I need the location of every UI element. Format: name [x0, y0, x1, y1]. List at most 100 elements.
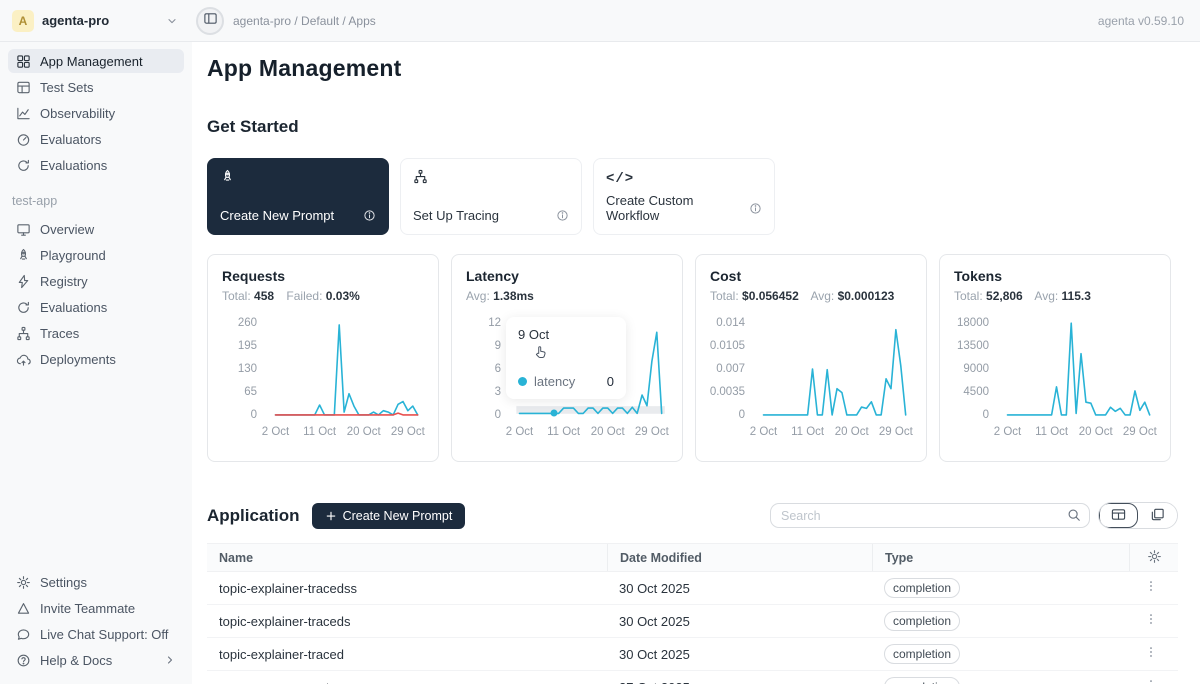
application-header: Application Create New Prompt	[207, 502, 1178, 529]
column-header-name[interactable]: Name	[207, 544, 607, 571]
sidebar-item-evaluators[interactable]: Evaluators	[8, 127, 184, 151]
table-row[interactable]: career-assessment27 Oct 2025completion	[207, 671, 1178, 684]
sidebar-item-settings[interactable]: Settings	[8, 570, 184, 594]
get-started-cards: Create New Prompt Set Up Tracing</>Create…	[207, 158, 1178, 235]
get-started-card-create-custom-workflow[interactable]: </>Create Custom Workflow	[593, 158, 775, 235]
table-settings[interactable]	[1129, 544, 1178, 571]
cell-date-modified: 30 Oct 2025	[607, 614, 872, 629]
row-menu-button[interactable]	[1129, 612, 1178, 631]
table-view-button[interactable]	[1099, 503, 1138, 528]
sidebar-item-help-docs[interactable]: Help & Docs	[8, 648, 184, 672]
chart-stats: Total: $0.056452 Avg: $0.000123	[710, 289, 912, 303]
cell-date-modified: 27 Oct 2025	[607, 680, 872, 684]
bolt-icon	[16, 274, 31, 289]
stat-label: Avg:	[1034, 289, 1058, 303]
row-menu-button[interactable]	[1129, 579, 1178, 598]
workspace-name: agenta-pro	[42, 13, 109, 28]
row-menu-button[interactable]	[1129, 678, 1178, 684]
x-tick-label: 20 Oct	[347, 426, 381, 438]
sidebar-item-deployments[interactable]: Deployments	[8, 347, 184, 371]
metric-charts: RequestsTotal: 458 Failed: 0.03%26019513…	[207, 254, 1178, 462]
breadcrumb: agenta-pro / Default / Apps	[233, 14, 376, 28]
cell-type: completion	[872, 644, 1129, 664]
y-tick-label: 0	[739, 409, 745, 421]
card-label: Create New Prompt	[220, 208, 334, 223]
sidebar-item-playground[interactable]: Playground	[8, 243, 184, 267]
table-row[interactable]: topic-explainer-tracedss30 Oct 2025compl…	[207, 572, 1178, 605]
refresh-icon	[16, 300, 31, 315]
chart-title: Requests	[222, 268, 424, 284]
sidebar-item-label: Settings	[40, 575, 87, 590]
y-tick-label: 9000	[963, 363, 989, 375]
cloud-icon	[16, 352, 31, 367]
sidebar-item-traces[interactable]: Traces	[8, 321, 184, 345]
x-tick-label: 11 Oct	[547, 426, 580, 438]
stat-value: $0.000123	[838, 289, 895, 303]
hand-cursor-icon	[532, 344, 549, 366]
row-menu-button[interactable]	[1129, 645, 1178, 664]
x-tick-label: 20 Oct	[1079, 426, 1113, 438]
code-icon: </>	[606, 169, 634, 187]
application-title: Application	[207, 506, 300, 526]
get-started-card-set-up-tracing[interactable]: Set Up Tracing	[400, 158, 582, 235]
chart-stats: Avg: 1.38ms	[466, 289, 668, 303]
workspace-selector[interactable]: A agenta-pro	[0, 10, 192, 32]
sidebar-item-label: Help & Docs	[40, 653, 112, 668]
y-tick-label: 195	[238, 340, 257, 352]
search-icon	[1067, 508, 1081, 527]
sidebar-item-evaluations[interactable]: Evaluations	[8, 153, 184, 177]
x-tick-label: 29 Oct	[635, 426, 669, 438]
tree-icon	[413, 169, 428, 184]
sidebar-item-label: App Management	[40, 54, 143, 69]
rocket-icon	[16, 248, 31, 263]
column-header-type[interactable]: Type	[872, 544, 1129, 571]
sidebar-item-app-management[interactable]: App Management	[8, 49, 184, 73]
column-header-date-modified[interactable]: Date Modified	[607, 544, 872, 571]
sidebar-item-label: Test Sets	[40, 80, 93, 95]
type-badge: completion	[884, 578, 960, 598]
x-tick-label: 29 Oct	[879, 426, 913, 438]
sidebar-item-label: Live Chat Support: Off	[40, 627, 168, 642]
y-tick-label: 9	[495, 340, 501, 352]
dots-vertical-icon	[1144, 678, 1158, 684]
x-tick-label: 11 Oct	[303, 426, 336, 438]
sidebar-item-registry[interactable]: Registry	[8, 269, 184, 293]
applications-table: NameDate ModifiedType topic-explainer-tr…	[207, 543, 1178, 684]
table-row[interactable]: topic-explainer-traced30 Oct 2025complet…	[207, 638, 1178, 671]
sidebar-toggle-button[interactable]	[196, 7, 224, 35]
sidebar-item-observability[interactable]: Observability	[8, 101, 184, 125]
stat-label: Total:	[222, 289, 251, 303]
chart-title: Tokens	[954, 268, 1156, 284]
sidebar: App ManagementTest SetsObservabilityEval…	[0, 42, 192, 684]
y-tick-label: 130	[238, 363, 257, 375]
table-row[interactable]: topic-explainer-traceds30 Oct 2025comple…	[207, 605, 1178, 638]
sidebar-item-label: Overview	[40, 222, 94, 237]
metric-card-cost: CostTotal: $0.056452 Avg: $0.0001230.014…	[695, 254, 927, 462]
rocket-icon	[220, 169, 235, 184]
y-tick-label: 13500	[957, 340, 989, 352]
x-tick-label: 11 Oct	[1035, 426, 1068, 438]
y-tick-label: 0.0105	[710, 340, 745, 352]
sidebar-item-evaluations[interactable]: Evaluations	[8, 295, 184, 319]
type-badge: completion	[884, 677, 960, 684]
gauge-icon	[16, 132, 31, 147]
y-tick-label: 4500	[963, 386, 989, 398]
get-started-card-create-new-prompt[interactable]: Create New Prompt	[207, 158, 389, 235]
card-view-button[interactable]	[1138, 503, 1177, 528]
sidebar-item-overview[interactable]: Overview	[8, 217, 184, 241]
cell-name: topic-explainer-traced	[207, 647, 607, 662]
sidebar-item-test-sets[interactable]: Test Sets	[8, 75, 184, 99]
cell-name: topic-explainer-traceds	[207, 614, 607, 629]
dots-vertical-icon	[1144, 645, 1158, 664]
create-new-prompt-button[interactable]: Create New Prompt	[312, 503, 466, 529]
stat-value: 115.3	[1062, 289, 1091, 303]
y-tick-label: 18000	[957, 317, 989, 329]
sidebar-item-label: Traces	[40, 326, 79, 341]
sidebar-item-live-chat-support-off[interactable]: Live Chat Support: Off	[8, 622, 184, 646]
search-input[interactable]	[770, 503, 1090, 528]
y-tick-label: 0	[983, 409, 989, 421]
sidebar-item-invite-teammate[interactable]: Invite Teammate	[8, 596, 184, 620]
y-tick-label: 260	[238, 317, 257, 329]
x-tick-label: 20 Oct	[591, 426, 625, 438]
observability-icon	[16, 106, 31, 121]
